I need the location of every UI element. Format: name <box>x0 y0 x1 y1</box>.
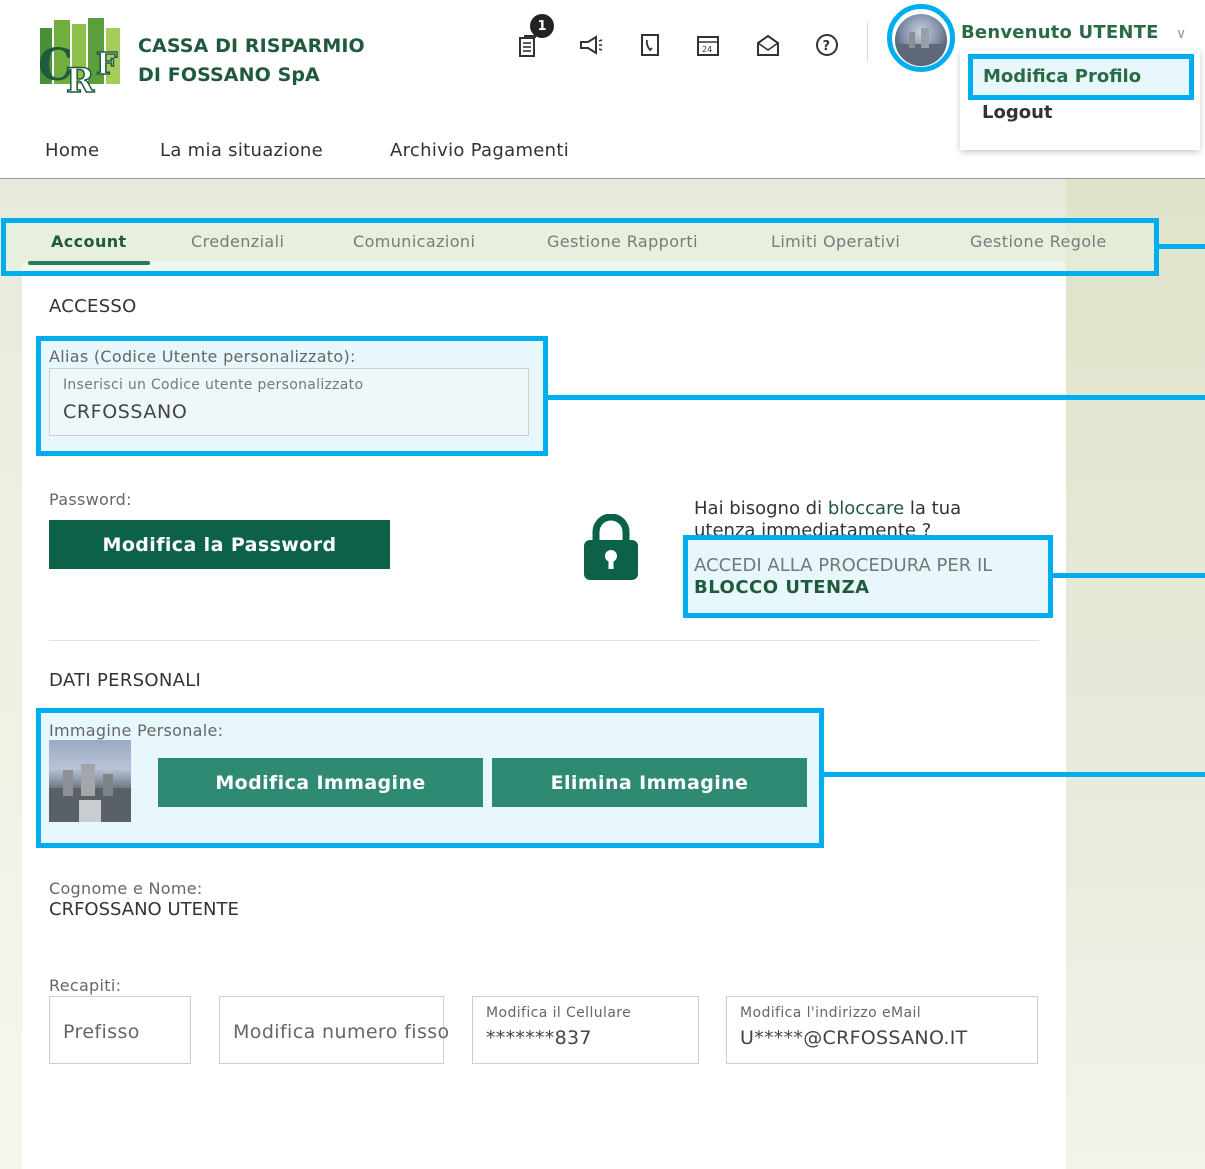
mobile-field[interactable]: Modifica il Cellulare *******837 <box>472 996 699 1064</box>
menu-item-logout[interactable]: Logout <box>982 102 1053 123</box>
tab-credenziali[interactable]: Credenziali <box>191 232 284 251</box>
chevron-down-icon[interactable]: ∨ <box>1176 26 1186 42</box>
page-background-right <box>1066 179 1205 1169</box>
calendar-icon[interactable]: 24 <box>694 30 722 60</box>
help-icon[interactable]: ? <box>813 30 841 60</box>
alias-label: Alias (Codice Utente personalizzato): <box>49 347 356 366</box>
landline-placeholder: Modifica numero fisso <box>233 1021 450 1043</box>
nav-archivio-pagamenti[interactable]: Archivio Pagamenti <box>390 140 569 161</box>
alias-value: CRFOSSANO <box>63 401 188 423</box>
bank-name: CASSA DI RISPARMIO DI FOSSANO SpA <box>138 32 365 90</box>
section-title-accesso: ACCESSO <box>49 296 137 317</box>
toolbar-separator <box>867 22 868 62</box>
section-title-dati-personali: DATI PERSONALI <box>49 670 202 691</box>
tab-account[interactable]: Account <box>51 232 127 251</box>
svg-text:F: F <box>96 47 117 82</box>
callout-line-alias <box>548 395 1205 400</box>
contacts-label: Recapiti: <box>49 976 122 995</box>
mobile-value: *******837 <box>486 1027 592 1049</box>
svg-text:24: 24 <box>702 45 712 54</box>
bank-name-line1: CASSA DI RISPARMIO <box>138 35 365 57</box>
email-value: U*****@CRFOSSANO.IT <box>740 1027 968 1049</box>
email-field[interactable]: Modifica l'indirizzo eMail U*****@CRFOSS… <box>726 996 1038 1064</box>
profile-image-thumbnail <box>49 740 131 822</box>
menu-item-modifica-profilo[interactable]: Modifica Profilo <box>968 54 1194 100</box>
callout-line-tabs <box>1159 244 1205 249</box>
svg-text:?: ? <box>823 39 831 54</box>
nav-home[interactable]: Home <box>45 140 99 161</box>
prefix-input[interactable]: Prefisso <box>49 996 191 1064</box>
mobile-label: Modifica il Cellulare <box>486 1005 632 1021</box>
name-value: CRFOSSANO UTENTE <box>49 899 239 920</box>
notification-badge: 1 <box>530 14 554 38</box>
alias-input[interactable]: Inserisci un Codice utente personalizzat… <box>49 368 529 436</box>
edit-image-button[interactable]: Modifica Immagine <box>158 758 483 807</box>
nav-la-mia-situazione[interactable]: La mia situazione <box>160 140 323 161</box>
lock-icon <box>584 514 638 580</box>
avatar[interactable] <box>895 14 947 66</box>
name-label: Cognome e Nome: <box>49 879 203 898</box>
email-label: Modifica l'indirizzo eMail <box>740 1005 922 1021</box>
mail-icon[interactable] <box>754 30 782 60</box>
bank-logo[interactable]: C R F <box>36 18 128 100</box>
tab-gestione-regole[interactable]: Gestione Regole <box>970 232 1107 251</box>
section-divider <box>49 640 1039 641</box>
callout-line-block <box>1053 573 1205 578</box>
block-question-strong: bloccare <box>827 498 905 519</box>
header: C R F CASSA DI RISPARMIO DI FOSSANO SpA … <box>0 0 1205 180</box>
block-question: Hai bisogno di bloccare la tua utenza im… <box>694 498 1014 538</box>
block-question-part1: Hai bisogno di <box>694 498 828 519</box>
phonebook-icon[interactable] <box>636 30 664 60</box>
landline-input[interactable]: Modifica numero fisso <box>219 996 449 1064</box>
password-label: Password: <box>49 490 132 509</box>
prefix-placeholder: Prefisso <box>63 1021 140 1043</box>
delete-image-button[interactable]: Elimina Immagine <box>492 758 807 807</box>
active-tab-indicator <box>28 261 150 265</box>
svg-text:R: R <box>66 61 95 100</box>
tab-gestione-rapporti[interactable]: Gestione Rapporti <box>547 232 698 251</box>
block-user-link-line2[interactable]: BLOCCO UTENZA <box>694 577 870 598</box>
alias-placeholder: Inserisci un Codice utente personalizzat… <box>63 377 364 393</box>
block-user-link-line1[interactable]: ACCEDI ALLA PROCEDURA PER IL <box>694 555 992 576</box>
callout-line-image <box>824 772 1205 777</box>
change-password-button[interactable]: Modifica la Password <box>49 520 390 569</box>
image-label: Immagine Personale: <box>49 721 224 740</box>
welcome-user[interactable]: Benvenuto UTENTE <box>961 22 1159 43</box>
bank-name-line2: DI FOSSANO SpA <box>138 64 320 86</box>
tab-comunicazioni[interactable]: Comunicazioni <box>353 232 475 251</box>
megaphone-icon[interactable] <box>577 30 605 60</box>
tab-limiti-operativi[interactable]: Limiti Operativi <box>771 232 900 251</box>
